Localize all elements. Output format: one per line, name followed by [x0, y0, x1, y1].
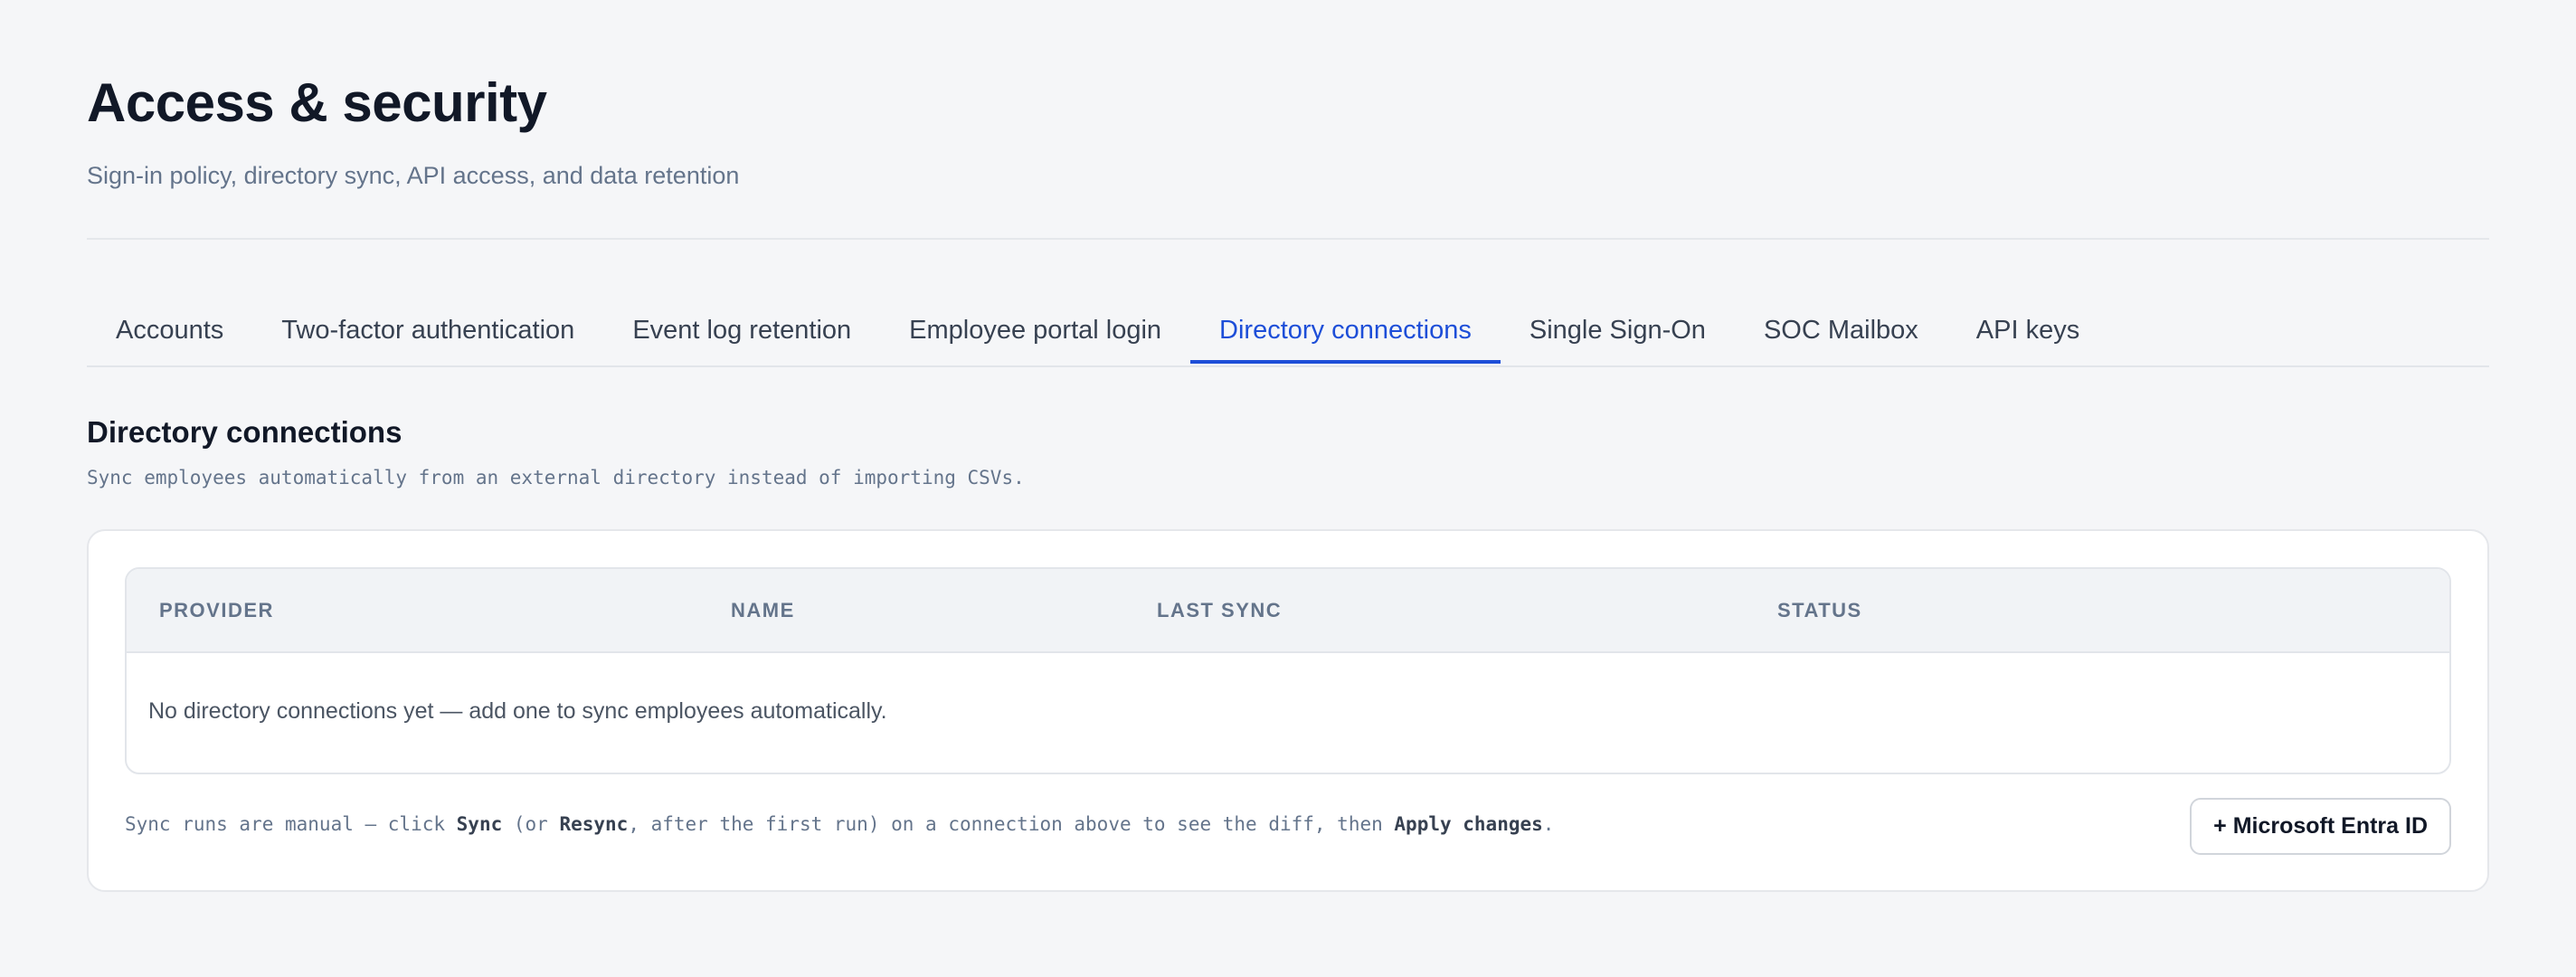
tab-single-sign-on[interactable]: Single Sign-On — [1501, 299, 1735, 362]
sync-keyword: Sync — [456, 813, 503, 835]
tab-event-log-retention[interactable]: Event log retention — [603, 299, 880, 362]
tab-soc-mailbox[interactable]: SOC Mailbox — [1735, 299, 1947, 362]
table-header: PROVIDER NAME LAST SYNC STATUS — [127, 569, 2449, 653]
tab-directory-connections[interactable]: Directory connections — [1190, 299, 1501, 364]
sync-note-text-3: , after the first run) on a connection a… — [628, 813, 1395, 835]
section-description: Sync employees automatically from an ext… — [87, 467, 1025, 488]
column-header-provider: PROVIDER — [159, 599, 274, 621]
sync-note-text-4: . — [1542, 813, 1555, 835]
header-divider — [87, 238, 2489, 240]
settings-tabs: Accounts Two-factor authentication Event… — [87, 299, 2489, 367]
tab-employee-portal-login[interactable]: Employee portal login — [880, 299, 1190, 362]
sync-note-text-1: Sync runs are manual — click — [125, 813, 457, 835]
column-header-name: NAME — [731, 599, 795, 621]
apply-changes-keyword: Apply changes — [1394, 813, 1543, 835]
tab-accounts[interactable]: Accounts — [87, 299, 252, 362]
tab-two-factor-authentication[interactable]: Two-factor authentication — [252, 299, 603, 362]
page-subtitle: Sign-in policy, directory sync, API acce… — [87, 162, 740, 189]
section-title: Directory connections — [87, 415, 402, 449]
add-microsoft-entra-id-button[interactable]: + Microsoft Entra ID — [2190, 798, 2451, 855]
directory-connections-card: PROVIDER NAME LAST SYNC STATUS No direct… — [87, 529, 2489, 892]
tab-api-keys[interactable]: API keys — [1947, 299, 2108, 362]
page-title: Access & security — [87, 72, 547, 133]
access-security-page: Access & security Sign-in policy, direct… — [0, 0, 2576, 977]
connections-table: PROVIDER NAME LAST SYNC STATUS No direct… — [125, 567, 2451, 774]
sync-note-text-2: (or — [502, 813, 560, 835]
column-header-last-sync: LAST SYNC — [1157, 599, 1283, 621]
empty-state-message: No directory connections yet — add one t… — [148, 698, 887, 724]
resync-keyword: Resync — [559, 813, 629, 835]
column-header-status: STATUS — [1777, 599, 1862, 621]
sync-instructions: Sync runs are manual — click Sync (or Re… — [125, 811, 1554, 838]
